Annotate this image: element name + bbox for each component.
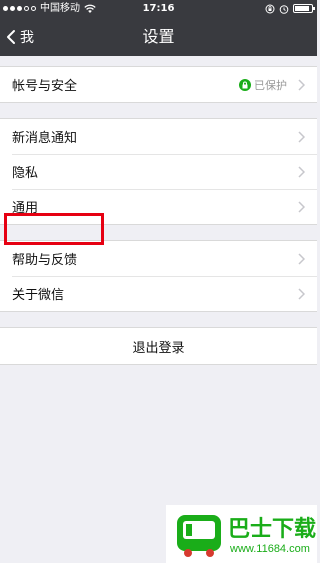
chevron-right-icon — [298, 288, 305, 300]
watermark-url: www.11684.com — [230, 543, 310, 555]
new-message-notification-label: 新消息通知 — [12, 131, 78, 146]
help-feedback-label: 帮助与反馈 — [12, 253, 78, 268]
account-security-item[interactable]: 帐号与安全 已保护 — [0, 67, 317, 102]
lock-icon — [239, 78, 251, 91]
help-feedback-item[interactable]: 帮助与反馈 — [0, 241, 317, 276]
status-right — [265, 0, 315, 17]
watermark-logo-icon — [177, 515, 221, 557]
chevron-right-icon — [298, 131, 305, 143]
privacy-label: 隐私 — [12, 166, 39, 181]
nav-bar: 我 设置 — [0, 17, 317, 56]
watermark: 巴士下载 www.11684.com — [166, 505, 317, 563]
battery-icon — [293, 4, 315, 13]
about-wechat-item[interactable]: 关于微信 — [0, 276, 317, 311]
general-label: 通用 — [12, 201, 39, 216]
account-group: 帐号与安全 已保护 — [0, 66, 317, 103]
watermark-name: 巴士下载 — [228, 517, 317, 542]
general-group: 新消息通知 隐私 通用 — [0, 118, 317, 225]
account-security-label: 帐号与安全 — [12, 79, 78, 94]
chevron-right-icon — [298, 79, 305, 91]
alarm-icon — [279, 4, 289, 14]
page-title: 设置 — [142, 27, 175, 46]
privacy-item[interactable]: 隐私 — [0, 154, 317, 189]
general-item[interactable]: 通用 — [0, 189, 317, 224]
chevron-right-icon — [298, 253, 305, 265]
about-group: 帮助与反馈 关于微信 — [0, 240, 317, 312]
chevron-right-icon — [298, 166, 305, 178]
logout-button[interactable]: 退出登录 — [0, 327, 317, 365]
protection-status: 已保护 — [239, 67, 287, 102]
about-wechat-label: 关于微信 — [12, 288, 65, 303]
status-bar: 中国移动 17:16 — [0, 0, 317, 17]
new-message-notification-item[interactable]: 新消息通知 — [0, 119, 317, 154]
chevron-right-icon — [298, 201, 305, 213]
lock-rotation-icon — [265, 4, 275, 13]
protection-status-text: 已保护 — [254, 78, 287, 92]
